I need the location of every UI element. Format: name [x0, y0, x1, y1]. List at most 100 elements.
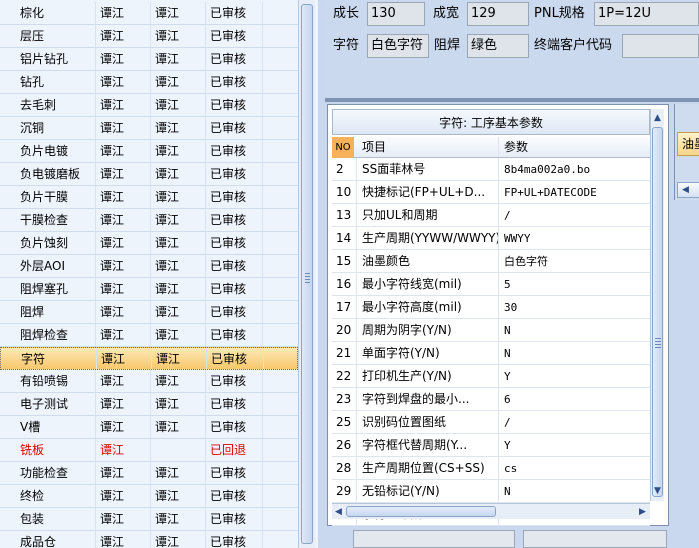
review-status: 已审核 — [210, 98, 247, 112]
process-row[interactable]: 终检 谭江 谭江 已审核 — [0, 485, 298, 508]
operator-name: 谭江 — [100, 328, 125, 342]
width-field[interactable]: 129 — [467, 2, 529, 26]
parameter-row[interactable]: 20 周期为阴字(Y/N) N — [332, 319, 650, 342]
parameter-row[interactable]: 2 SS面菲林号 8b4ma002a0.bo — [332, 158, 650, 181]
column-divider — [150, 71, 151, 93]
parameter-row[interactable]: 29 无铅标记(Y/N) N — [332, 480, 650, 503]
parameter-row[interactable]: 16 最小字符线宽(mil) 5 — [332, 273, 650, 296]
process-row[interactable]: 阻焊 谭江 谭江 已审核 — [0, 301, 298, 324]
operator-name: 谭江 — [100, 259, 125, 273]
parameter-row[interactable]: 28 生产周期位置(CS+SS) cs — [332, 457, 650, 480]
review-status: 已审核 — [210, 236, 247, 250]
grid-scroll-thumb[interactable] — [652, 127, 663, 497]
column-divider — [262, 232, 263, 254]
process-row[interactable]: 层压 谭江 谭江 已审核 — [0, 25, 298, 48]
process-row[interactable]: 棕化 谭江 谭江 已审核 — [0, 2, 298, 25]
column-divider — [95, 393, 96, 415]
grid-vertical-scrollbar[interactable]: ▲ ▼ — [650, 109, 664, 501]
char-color-field[interactable]: 白色字符 — [367, 34, 429, 58]
process-name: V槽 — [20, 420, 41, 434]
triangle-up-icon[interactable]: ▲ — [651, 110, 664, 126]
process-row[interactable]: 负片电镀 谭江 谭江 已审核 — [0, 140, 298, 163]
parameter-no: 28 — [336, 461, 352, 475]
column-header-no[interactable]: NO — [332, 137, 354, 158]
column-divider — [262, 416, 263, 438]
review-status: 已审核 — [210, 282, 247, 296]
bottom-field-right[interactable] — [523, 530, 667, 548]
parameter-no: 20 — [336, 323, 352, 337]
mask-color-field[interactable]: 绿色 — [467, 34, 529, 58]
panel-splitter[interactable] — [325, 98, 699, 102]
parameter-no: 2 — [336, 162, 344, 176]
triangle-down-icon[interactable]: ▼ — [651, 483, 664, 499]
process-row[interactable]: 字符 谭江 谭江 已审核 — [0, 347, 298, 370]
column-divider — [262, 163, 263, 185]
column-divider — [95, 140, 96, 162]
pnl-field[interactable]: 1P=12U — [594, 2, 699, 26]
parameter-row[interactable]: 26 字符框代替周期(Y... Y — [332, 434, 650, 457]
parameter-row[interactable]: 15 油墨颜色 白色字符 — [332, 250, 650, 273]
process-row[interactable]: 包装 谭江 谭江 已审核 — [0, 508, 298, 531]
triangle-left-icon[interactable]: ◀ — [677, 182, 699, 198]
parameter-row[interactable]: 10 快捷标记(FP+UL+D... FP+UL+DATECODE — [332, 181, 650, 204]
process-row[interactable]: 阻焊塞孔 谭江 谭江 已审核 — [0, 278, 298, 301]
column-divider — [356, 158, 357, 180]
reviewer-name: 谭江 — [155, 397, 180, 411]
grid-header: NO 项目 参数 — [332, 137, 650, 158]
process-list-scroll-thumb[interactable] — [301, 4, 313, 544]
operator-name: 谭江 — [100, 397, 125, 411]
parameter-row[interactable]: 23 字符到焊盘的最小... 6 — [332, 388, 650, 411]
reviewer-name: 谭江 — [155, 512, 180, 526]
operator-name: 谭江 — [100, 75, 125, 89]
parameter-row[interactable]: 14 生产周期(YYWW/WWYY) WWYY — [332, 227, 650, 250]
ink-tab[interactable]: 油墨 — [677, 132, 699, 156]
process-row[interactable]: 沉铜 谭江 谭江 已审核 — [0, 117, 298, 140]
parameter-no: 17 — [336, 300, 352, 314]
parameter-row[interactable]: 21 单面字符(Y/N) N — [332, 342, 650, 365]
process-row[interactable]: 功能检查 谭江 谭江 已审核 — [0, 462, 298, 485]
column-divider — [95, 462, 96, 484]
column-divider — [150, 370, 151, 392]
parameter-value: 5 — [504, 278, 511, 291]
parameter-item: 生产周期(YYWW/WWYY) — [362, 231, 498, 245]
grid-horizontal-scrollbar[interactable]: ◀ ▶ — [332, 503, 650, 519]
grip-icon — [655, 338, 661, 348]
column-divider — [95, 485, 96, 507]
triangle-left-icon[interactable]: ◀ — [332, 504, 345, 520]
process-row[interactable]: 外层AOI 谭江 谭江 已审核 — [0, 255, 298, 278]
process-row[interactable]: 铝片钻孔 谭江 谭江 已审核 — [0, 48, 298, 71]
reviewer-name: 谭江 — [155, 535, 180, 548]
column-header-value[interactable]: 参数 — [504, 137, 528, 158]
process-row[interactable]: 阻焊检查 谭江 谭江 已审核 — [0, 324, 298, 347]
length-label: 成长 — [333, 6, 360, 21]
column-header-item[interactable]: 项目 — [362, 137, 386, 158]
customer-code-field[interactable] — [622, 34, 699, 58]
process-row[interactable]: 干膜检查 谭江 谭江 已审核 — [0, 209, 298, 232]
bottom-field-left[interactable] — [353, 530, 515, 548]
parameter-row[interactable]: 25 识别码位置图纸 / — [332, 411, 650, 434]
process-list-scrollbar[interactable] — [298, 0, 315, 548]
operator-name: 谭江 — [100, 282, 125, 296]
process-row[interactable]: 成品仓 谭江 谭江 已审核 — [0, 531, 298, 548]
grid-hscroll-thumb[interactable] — [346, 506, 496, 517]
column-divider — [356, 411, 357, 433]
length-field[interactable]: 130 — [367, 2, 425, 26]
process-row[interactable]: 电子测试 谭江 谭江 已审核 — [0, 393, 298, 416]
process-row[interactable]: 负片干膜 谭江 谭江 已审核 — [0, 186, 298, 209]
triangle-right-icon[interactable]: ▶ — [636, 504, 649, 520]
review-status: 已审核 — [210, 535, 247, 548]
column-divider — [498, 457, 499, 479]
parameter-row[interactable]: 22 打印机生产(Y/N) Y — [332, 365, 650, 388]
column-divider — [498, 365, 499, 387]
process-row[interactable]: 去毛刺 谭江 谭江 已审核 — [0, 94, 298, 117]
process-row[interactable]: 负电镀磨板 谭江 谭江 已审核 — [0, 163, 298, 186]
pnl-label: PNL规格 — [534, 6, 585, 21]
parameter-row[interactable]: 17 最小字符高度(mil) 30 — [332, 296, 650, 319]
process-row[interactable]: 钻孔 谭江 谭江 已审核 — [0, 71, 298, 94]
parameter-row[interactable]: 13 只加UL和周期 / — [332, 204, 650, 227]
process-row[interactable]: 有铅喷锡 谭江 谭江 已审核 — [0, 370, 298, 393]
process-row[interactable]: V槽 谭江 谭江 已审核 — [0, 416, 298, 439]
process-row[interactable]: 负片蚀刻 谭江 谭江 已审核 — [0, 232, 298, 255]
column-divider[interactable] — [498, 137, 499, 157]
process-row[interactable]: 铣板 谭江 已回退 — [0, 439, 298, 462]
